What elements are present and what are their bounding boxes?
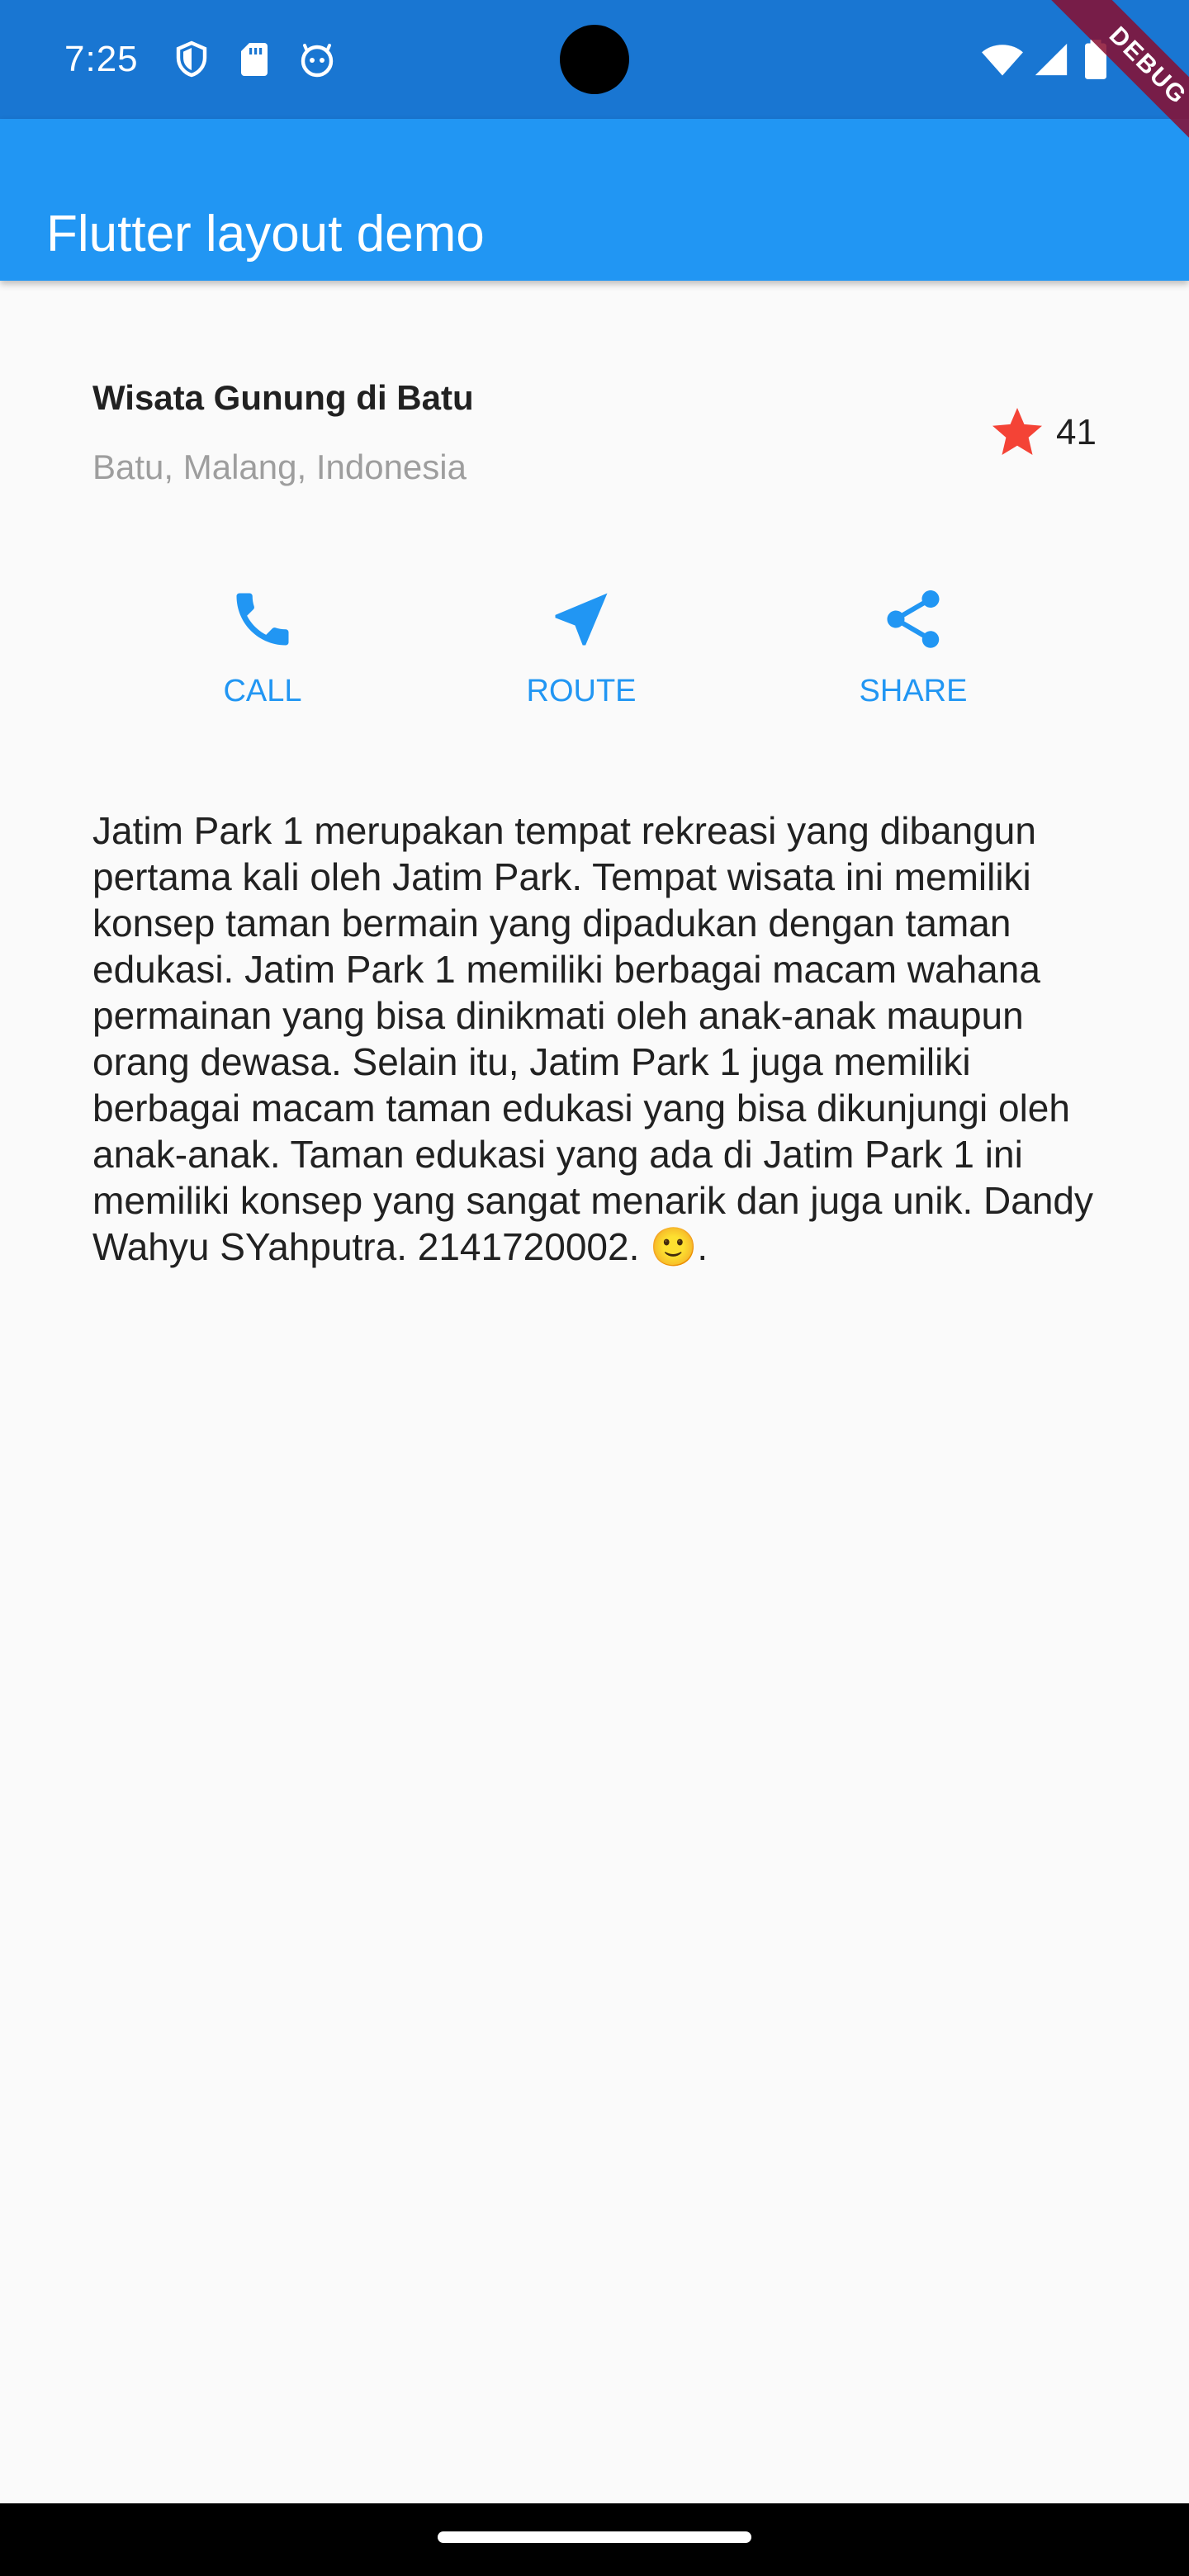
description-text: Jatim Park 1 merupakan tempat rekreasi y… <box>92 809 1093 1268</box>
share-icon <box>887 590 940 648</box>
notification-face-icon <box>301 44 334 78</box>
debug-banner: DEBUG <box>1024 0 1189 165</box>
rating-count: 41 <box>1056 412 1097 452</box>
button-section: CALL ROUTE SHARE <box>0 578 1189 727</box>
navigation-icon <box>555 593 608 646</box>
call-label: CALL <box>223 674 302 708</box>
shield-icon <box>176 40 207 78</box>
home-gesture-handle[interactable] <box>438 2531 751 2543</box>
status-bar: 7:25 <box>0 0 1189 119</box>
sd-card-icon <box>241 43 268 76</box>
route-button[interactable]: ROUTE <box>474 578 689 727</box>
camera-cutout <box>560 25 629 94</box>
app-bar: Flutter layout demo <box>0 119 1189 281</box>
phone-icon <box>236 593 289 646</box>
place-name: Wisata Gunung di Batu <box>92 378 474 417</box>
title-section: Wisata Gunung di Batu Batu, Malang, Indo… <box>92 370 1097 495</box>
status-time: 7:25 <box>64 39 139 79</box>
star-icon <box>992 408 1042 455</box>
share-label: SHARE <box>859 674 968 708</box>
app-title: Flutter layout demo <box>46 205 485 263</box>
wifi-icon <box>982 45 1023 76</box>
navigation-bar <box>0 2503 1189 2576</box>
place-location: Batu, Malang, Indonesia <box>92 447 467 486</box>
call-button[interactable]: CALL <box>155 578 370 727</box>
debug-label: DEBUG <box>1033 0 1189 165</box>
route-label: ROUTE <box>526 674 637 708</box>
share-button[interactable]: SHARE <box>806 578 1021 727</box>
